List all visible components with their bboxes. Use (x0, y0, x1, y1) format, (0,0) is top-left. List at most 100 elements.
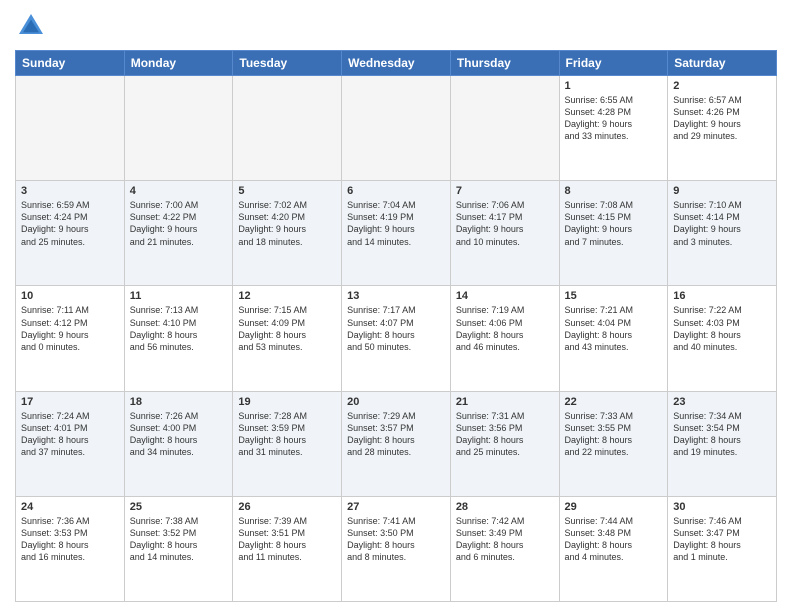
day-number: 10 (21, 290, 119, 302)
day-info: Sunrise: 7:15 AM Sunset: 4:09 PM Dayligh… (238, 304, 336, 353)
week-row-2: 3 Sunrise: 6:59 AM Sunset: 4:24 PM Daylig… (16, 181, 777, 286)
day-number: 11 (130, 290, 228, 302)
header (15, 10, 777, 42)
calendar-cell: 4 Sunrise: 7:00 AM Sunset: 4:22 PM Daylig… (124, 181, 233, 286)
day-number: 26 (238, 501, 336, 513)
calendar-cell: 6Sunrise: 7:04 AM Sunset: 4:19 PM Daylig… (342, 181, 451, 286)
day-info: Sunrise: 6:55 AM Sunset: 4:28 PM Dayligh… (565, 94, 663, 143)
day-number: 3 (21, 185, 119, 197)
day-info: Sunrise: 6:57 AM Sunset: 4:26 PM Dayligh… (673, 94, 771, 143)
calendar-cell: 13 Sunrise: 7:17 AM Sunset: 4:07 PM Dayli… (342, 286, 451, 391)
day-info: Sunrise: 7:13 AM Sunset: 4:10 PM Dayligh… (130, 304, 228, 353)
day-info: Sunrise: 7:38 AM Sunset: 3:52 PM Dayligh… (130, 515, 228, 564)
day-info: Sunrise: 7:11 AM Sunset: 4:12 PM Dayligh… (21, 304, 119, 353)
day-number: 23 (673, 396, 771, 408)
logo (15, 10, 51, 42)
day-number: 25 (130, 501, 228, 513)
day-number: 22 (565, 396, 663, 408)
day-info: Sunrise: 7:44 AM Sunset: 3:48 PM Dayligh… (565, 515, 663, 564)
weekday-header-saturday: Saturday (668, 51, 777, 76)
day-info: Sunrise: 7:42 AM Sunset: 3:49 PM Dayligh… (456, 515, 554, 564)
day-number: 21 (456, 396, 554, 408)
day-number: 14 (456, 290, 554, 302)
calendar-cell: 14 Sunrise: 7:19 AM Sunset: 4:06 PM Dayli… (450, 286, 559, 391)
page: SundayMondayTuesdayWednesdayThursdayFrid… (0, 0, 792, 612)
calendar-cell: 27Sunrise: 7:41 AM Sunset: 3:50 PM Dayli… (342, 496, 451, 601)
day-info: Sunrise: 7:46 AM Sunset: 3:47 PM Dayligh… (673, 515, 771, 564)
calendar-cell: 15Sunrise: 7:21 AM Sunset: 4:04 PM Dayli… (559, 286, 668, 391)
day-number: 19 (238, 396, 336, 408)
calendar-cell: 2Sunrise: 6:57 AM Sunset: 4:26 PM Daylig… (668, 76, 777, 181)
calendar-cell: 22 Sunrise: 7:33 AM Sunset: 3:55 PM Dayli… (559, 391, 668, 496)
weekday-header-monday: Monday (124, 51, 233, 76)
day-number: 1 (565, 80, 663, 92)
day-number: 30 (673, 501, 771, 513)
weekday-row: SundayMondayTuesdayWednesdayThursdayFrid… (16, 51, 777, 76)
day-info: Sunrise: 7:21 AM Sunset: 4:04 PM Dayligh… (565, 304, 663, 353)
calendar-cell: 7 Sunrise: 7:06 AM Sunset: 4:17 PM Daylig… (450, 181, 559, 286)
day-number: 13 (347, 290, 445, 302)
day-info: Sunrise: 7:33 AM Sunset: 3:55 PM Dayligh… (565, 410, 663, 459)
day-number: 28 (456, 501, 554, 513)
day-info: Sunrise: 7:02 AM Sunset: 4:20 PM Dayligh… (238, 199, 336, 248)
day-info: Sunrise: 7:41 AM Sunset: 3:50 PM Dayligh… (347, 515, 445, 564)
calendar-cell: 28 Sunrise: 7:42 AM Sunset: 3:49 PM Dayli… (450, 496, 559, 601)
day-number: 6 (347, 185, 445, 197)
calendar-cell: 10 Sunrise: 7:11 AM Sunset: 4:12 PM Dayli… (16, 286, 125, 391)
logo-icon (15, 10, 47, 42)
calendar-cell: 21 Sunrise: 7:31 AM Sunset: 3:56 PM Dayli… (450, 391, 559, 496)
day-info: Sunrise: 7:24 AM Sunset: 4:01 PM Dayligh… (21, 410, 119, 459)
day-info: Sunrise: 7:39 AM Sunset: 3:51 PM Dayligh… (238, 515, 336, 564)
calendar-cell: 5Sunrise: 7:02 AM Sunset: 4:20 PM Daylig… (233, 181, 342, 286)
day-info: Sunrise: 7:29 AM Sunset: 3:57 PM Dayligh… (347, 410, 445, 459)
day-info: Sunrise: 7:22 AM Sunset: 4:03 PM Dayligh… (673, 304, 771, 353)
weekday-header-wednesday: Wednesday (342, 51, 451, 76)
day-number: 24 (21, 501, 119, 513)
calendar-cell: 25 Sunrise: 7:38 AM Sunset: 3:52 PM Dayli… (124, 496, 233, 601)
calendar-cell (124, 76, 233, 181)
day-info: Sunrise: 7:00 AM Sunset: 4:22 PM Dayligh… (130, 199, 228, 248)
calendar-cell: 30 Sunrise: 7:46 AM Sunset: 3:47 PM Dayli… (668, 496, 777, 601)
calendar-cell (233, 76, 342, 181)
calendar-cell: 11 Sunrise: 7:13 AM Sunset: 4:10 PM Dayli… (124, 286, 233, 391)
day-info: Sunrise: 7:31 AM Sunset: 3:56 PM Dayligh… (456, 410, 554, 459)
weekday-header-tuesday: Tuesday (233, 51, 342, 76)
day-number: 4 (130, 185, 228, 197)
day-info: Sunrise: 7:26 AM Sunset: 4:00 PM Dayligh… (130, 410, 228, 459)
day-info: Sunrise: 7:10 AM Sunset: 4:14 PM Dayligh… (673, 199, 771, 248)
calendar-cell: 12 Sunrise: 7:15 AM Sunset: 4:09 PM Dayli… (233, 286, 342, 391)
day-number: 9 (673, 185, 771, 197)
calendar-cell: 24Sunrise: 7:36 AM Sunset: 3:53 PM Dayli… (16, 496, 125, 601)
calendar-cell: 26 Sunrise: 7:39 AM Sunset: 3:51 PM Dayli… (233, 496, 342, 601)
day-info: Sunrise: 7:34 AM Sunset: 3:54 PM Dayligh… (673, 410, 771, 459)
calendar-cell: 8Sunrise: 7:08 AM Sunset: 4:15 PM Daylig… (559, 181, 668, 286)
day-info: Sunrise: 7:06 AM Sunset: 4:17 PM Dayligh… (456, 199, 554, 248)
day-info: Sunrise: 7:17 AM Sunset: 4:07 PM Dayligh… (347, 304, 445, 353)
calendar-table: SundayMondayTuesdayWednesdayThursdayFrid… (15, 50, 777, 602)
calendar-cell (450, 76, 559, 181)
day-number: 18 (130, 396, 228, 408)
day-number: 12 (238, 290, 336, 302)
week-row-3: 10 Sunrise: 7:11 AM Sunset: 4:12 PM Dayli… (16, 286, 777, 391)
day-number: 7 (456, 185, 554, 197)
calendar-cell: 1 Sunrise: 6:55 AM Sunset: 4:28 PM Daylig… (559, 76, 668, 181)
day-info: Sunrise: 7:19 AM Sunset: 4:06 PM Dayligh… (456, 304, 554, 353)
week-row-4: 17 Sunrise: 7:24 AM Sunset: 4:01 PM Dayli… (16, 391, 777, 496)
week-row-1: 1 Sunrise: 6:55 AM Sunset: 4:28 PM Daylig… (16, 76, 777, 181)
calendar-cell: 16Sunrise: 7:22 AM Sunset: 4:03 PM Dayli… (668, 286, 777, 391)
day-number: 29 (565, 501, 663, 513)
weekday-header-thursday: Thursday (450, 51, 559, 76)
day-info: Sunrise: 6:59 AM Sunset: 4:24 PM Dayligh… (21, 199, 119, 248)
calendar-cell: 19Sunrise: 7:28 AM Sunset: 3:59 PM Dayli… (233, 391, 342, 496)
calendar-cell: 3 Sunrise: 6:59 AM Sunset: 4:24 PM Daylig… (16, 181, 125, 286)
calendar-body: 1 Sunrise: 6:55 AM Sunset: 4:28 PM Daylig… (16, 76, 777, 602)
day-number: 17 (21, 396, 119, 408)
day-number: 8 (565, 185, 663, 197)
calendar-cell: 9 Sunrise: 7:10 AM Sunset: 4:14 PM Daylig… (668, 181, 777, 286)
calendar-cell (16, 76, 125, 181)
weekday-header-friday: Friday (559, 51, 668, 76)
calendar-cell: 29 Sunrise: 7:44 AM Sunset: 3:48 PM Dayli… (559, 496, 668, 601)
week-row-5: 24Sunrise: 7:36 AM Sunset: 3:53 PM Dayli… (16, 496, 777, 601)
calendar-header: SundayMondayTuesdayWednesdayThursdayFrid… (16, 51, 777, 76)
calendar-cell: 18 Sunrise: 7:26 AM Sunset: 4:00 PM Dayli… (124, 391, 233, 496)
